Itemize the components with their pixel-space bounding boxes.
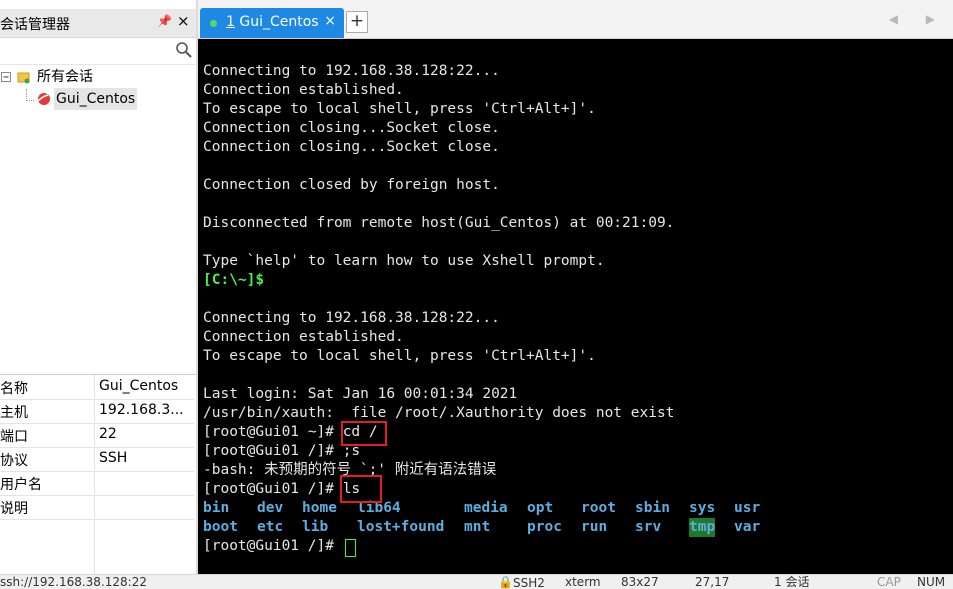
shell-prompt: [root@Gui01 /]# — [203, 538, 343, 554]
ls-dir: media — [464, 500, 508, 516]
ls-dir: run — [581, 519, 608, 535]
search-icon[interactable] — [175, 41, 193, 59]
highlight-box-cd — [341, 421, 387, 446]
terminal[interactable]: Connecting to 192.168.38.128:22... Conne… — [198, 39, 953, 574]
folder-icon — [17, 72, 30, 84]
property-row: 主机 192.168.3... — [0, 399, 194, 424]
property-key: 说明 — [0, 501, 28, 517]
highlight-box-ls — [340, 475, 382, 503]
terminal-line: Type `help' to learn how to use Xshell p… — [203, 253, 605, 269]
terminal-line: Disconnected from remote host(Gui_Centos… — [203, 215, 675, 231]
session-properties-table: 名称 Gui_Centos 主机 192.168.3... 端口 22 协议 S… — [0, 374, 196, 575]
tree-connector — [26, 100, 34, 101]
ls-dir: opt — [527, 500, 554, 516]
ls-dir: dev — [257, 500, 284, 516]
ls-dir: proc — [527, 519, 562, 535]
terminal-line: Connection closing...Socket close. — [203, 139, 500, 155]
tab-strip: 1 Gui_Centos × + ◀ ▶ — [198, 0, 953, 39]
ls-dir: srv — [635, 519, 662, 535]
terminal-command-line: [root@Gui01 /]# — [203, 537, 343, 556]
session-icon — [35, 93, 50, 105]
property-value: 192.168.3... — [99, 402, 184, 418]
tab-scroll-arrows[interactable]: ◀ ▶ — [889, 12, 947, 26]
property-value: Gui_Centos — [99, 378, 179, 394]
status-num: NUM — [917, 575, 946, 589]
property-row: 名称 Gui_Centos — [0, 375, 194, 400]
property-key: 主机 — [0, 405, 28, 421]
terminal-line: To escape to local shell, press 'Ctrl+Al… — [203, 348, 596, 364]
local-prompt: [C:\~]$ — [203, 272, 265, 288]
status-term: xterm — [565, 575, 601, 589]
ls-dir-tmp: tmp — [689, 518, 716, 537]
session-search-row[interactable] — [0, 38, 196, 65]
status-size: 83x27 — [621, 575, 659, 589]
ls-dir: sys — [689, 500, 716, 516]
status-cursor-pos: 27,17 — [695, 575, 730, 589]
status-sessions: 1 会话 — [774, 575, 810, 589]
session-manager-header: 会话管理器 📌 × — [0, 9, 196, 38]
terminal-line: Connection established. — [203, 82, 404, 98]
tree-item-label: Gui_Centos — [54, 88, 138, 110]
status-address: ssh://192.168.38.128:22 — [0, 575, 147, 589]
property-value: SSH — [99, 450, 128, 466]
shell-prompt: [root@Gui01 /]# — [203, 443, 343, 459]
session-manager-title: 会话管理器 — [0, 17, 70, 33]
ls-dir: mnt — [464, 519, 491, 535]
status-cap: CAP — [877, 575, 901, 589]
terminal-line: /usr/bin/xauth: file /root/.Xauthority d… — [203, 405, 675, 421]
terminal-line: Connecting to 192.168.38.128:22... — [203, 310, 500, 326]
property-key: 协议 — [0, 453, 28, 469]
terminal-line: Connecting to 192.168.38.128:22... — [203, 63, 500, 79]
ls-dir: usr — [734, 500, 761, 516]
tree-item-label: 所有会话 — [37, 69, 93, 85]
status-protocol-label: SSH2 — [512, 576, 545, 589]
ls-dir: lib — [302, 519, 329, 535]
property-row: 用户名 — [0, 471, 194, 496]
property-row: 端口 22 — [0, 423, 194, 448]
property-row: 说明 — [0, 495, 194, 520]
tab-close-icon[interactable]: × — [324, 13, 336, 29]
status-bar: ssh://192.168.38.128:22 🔒 SSH2 xterm 83x2… — [0, 574, 953, 589]
property-row: 协议 SSH — [0, 447, 194, 472]
tab-title: Gui_Centos — [239, 14, 319, 30]
property-key: 名称 — [0, 381, 28, 397]
add-tab-button[interactable]: + — [346, 11, 368, 33]
connected-status-icon — [210, 20, 217, 27]
terminal-command-line: [root@Gui01 /]# ls — [203, 480, 360, 499]
terminal-cursor — [345, 539, 356, 557]
property-key: 端口 — [0, 429, 28, 445]
tab-number: 1 — [226, 14, 235, 30]
ls-dir: lost+found — [357, 519, 445, 535]
terminal-command-line: [root@Gui01 /]# ;s — [203, 442, 360, 461]
collapse-icon[interactable] — [1, 72, 12, 83]
terminal-line: To escape to local shell, press 'Ctrl+Al… — [203, 101, 596, 117]
ls-dir: boot — [203, 519, 238, 535]
property-key: 用户名 — [0, 477, 42, 493]
shell-prompt: [root@Gui01 ~]# — [203, 424, 343, 440]
session-manager-pane: 会话管理器 📌 × 所有会话 Gui_Centos 名称 Gui_Centos … — [0, 0, 196, 575]
tab-gui-centos[interactable]: 1 Gui_Centos × — [200, 8, 344, 38]
ls-dir: bin — [203, 500, 230, 516]
close-icon[interactable]: × — [177, 12, 190, 30]
session-tree: 所有会话 Gui_Centos — [0, 65, 196, 373]
status-protocol: 🔒 SSH2 — [498, 575, 545, 589]
terminal-line: Connection established. — [203, 329, 404, 345]
terminal-line: Connection closed by foreign host. — [203, 177, 500, 193]
ls-dir: home — [302, 500, 337, 516]
property-value: 22 — [99, 426, 117, 442]
terminal-line: Last login: Sat Jan 16 00:01:34 2021 — [203, 386, 518, 402]
pin-icon[interactable]: 📌 — [157, 14, 172, 28]
tab-label: 1 Gui_Centos — [226, 14, 319, 30]
terminal-line: Connection closing...Socket close. — [203, 120, 500, 136]
ls-dir: root — [581, 500, 616, 516]
ls-dir: sbin — [635, 500, 670, 516]
ls-dir: var — [734, 519, 761, 535]
ls-dir: etc — [257, 519, 284, 535]
shell-prompt: [root@Gui01 /]# — [203, 481, 343, 497]
